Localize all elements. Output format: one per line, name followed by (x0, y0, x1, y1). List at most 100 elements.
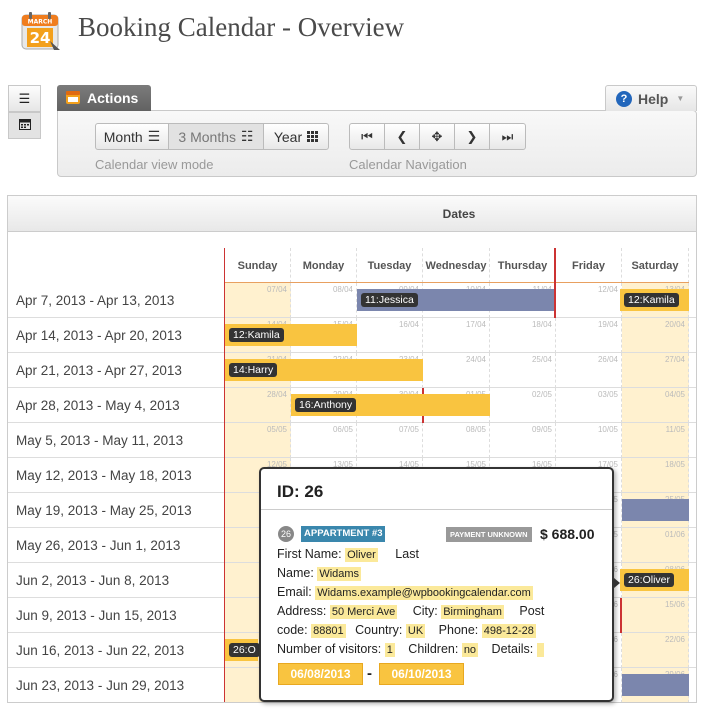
booking-label: 12:Kamila (229, 328, 284, 342)
booking-bar[interactable]: 26:O (225, 639, 260, 661)
day-cell[interactable]: 08/04 (291, 283, 357, 318)
help-tab[interactable]: ? Help ▼ (605, 85, 697, 111)
booking-label: 16:Anthony (295, 398, 357, 412)
day-cell[interactable]: 20/04 (622, 318, 689, 353)
day-cell[interactable]: 12/04 (556, 283, 622, 318)
popover-divider (261, 509, 612, 510)
week-label: May 12, 2013 - May 18, 2013 (16, 468, 192, 483)
nav-today-button[interactable]: ✥ (420, 124, 455, 149)
email-value: Widams.example@wpbookingcalendar.com (315, 586, 533, 600)
booking-cost: $ 688.00 (540, 526, 595, 542)
first-name-value: Oliver (345, 548, 378, 562)
week-label: May 26, 2013 - Jun 1, 2013 (16, 538, 181, 553)
week-label: May 19, 2013 - May 25, 2013 (16, 503, 192, 518)
day-cell[interactable]: 09/05 (490, 423, 556, 458)
day-cell[interactable]: 26/04 (556, 353, 622, 388)
booking-popover: ID: 26 26 APPARTMENT #3 PAYMENT UNKNOWN … (259, 467, 614, 702)
phone-value: 498-12-28 (481, 624, 536, 638)
dates-header: Dates (8, 196, 696, 232)
booking-label: 11:Jessica (361, 293, 418, 307)
nav-first-button[interactable]: ⏮ (350, 124, 385, 149)
week-label: May 5, 2013 - May 11, 2013 (16, 433, 184, 448)
grid-icon (307, 129, 319, 145)
country-value: UK (405, 624, 426, 638)
week-label: Apr 21, 2013 - Apr 27, 2013 (16, 363, 182, 378)
booking-bar[interactable]: 14:Harry (225, 359, 423, 381)
help-icon: ? (616, 90, 632, 107)
range-marker-line (554, 248, 556, 318)
list-detail-icon: ☷ (241, 128, 254, 144)
popover-line-address: Address: 50 Merci Ave City: Birmingham P… (277, 604, 545, 619)
popover-line-first-name: First Name: Oliver Last (277, 547, 419, 562)
day-cell[interactable]: 15/06 (622, 598, 689, 633)
month-view-button[interactable]: Month ☰ (96, 124, 169, 149)
day-cell[interactable]: 04/05 (622, 388, 689, 423)
day-cell[interactable]: 16/04 (357, 318, 423, 353)
day-cell[interactable]: 22/06 (622, 633, 689, 668)
day-cell[interactable]: 25/04 (490, 353, 556, 388)
day-cell[interactable]: 18/05 (622, 458, 689, 493)
prev-icon: ❮ (396, 128, 408, 144)
booking-bar[interactable]: 12:Kamila (620, 289, 689, 311)
year-view-label: Year (273, 128, 303, 145)
day-cell[interactable]: 10/05 (556, 423, 622, 458)
details-value (536, 643, 544, 657)
calendar-view-button[interactable] (8, 112, 41, 139)
date-from-chip: 06/08/2013 (278, 663, 363, 685)
day-cell[interactable]: 18/04 (490, 318, 556, 353)
icon-day-text: 24 (30, 29, 51, 47)
day-cell[interactable]: 05/05 (225, 423, 291, 458)
page-title: Booking Calendar - Overview (78, 12, 405, 42)
day-header: Monday (291, 248, 357, 283)
nav-last-button[interactable]: ⏭ (490, 124, 525, 149)
day-cell[interactable]: 11/05 (622, 423, 689, 458)
list-icon: ☰ (18, 90, 31, 106)
popover-line-postcode: code: 88801 Country: UK Phone: 498-12-28 (277, 623, 536, 638)
actions-tab[interactable]: Actions (57, 85, 151, 111)
year-view-button[interactable]: Year (264, 124, 328, 149)
day-cell[interactable]: 02/05 (490, 388, 556, 423)
day-cell[interactable]: 07/04 (225, 283, 291, 318)
day-cell[interactable]: 03/05 (556, 388, 622, 423)
today-icon: ✥ (431, 128, 443, 144)
week-label: Apr 28, 2013 - May 4, 2013 (16, 398, 180, 413)
date-to-chip: 06/10/2013 (379, 663, 464, 685)
list-view-button[interactable]: ☰ (8, 85, 41, 112)
booking-label: 12:Kamila (624, 293, 679, 307)
view-mode-group: Month ☰ 3 Months ☷ Year (95, 123, 329, 150)
booking-bar[interactable]: 12:Kamila (225, 324, 357, 346)
day-cell[interactable]: 28/04 (225, 388, 291, 423)
day-cell[interactable]: 17/04 (423, 318, 490, 353)
day-cell[interactable]: 07/05 (357, 423, 423, 458)
booking-label: 14:Harry (229, 363, 278, 377)
day-cell[interactable]: 27/04 (622, 353, 689, 388)
booking-bar[interactable] (622, 674, 689, 696)
payment-status-badge: PAYMENT UNKNOWN (446, 527, 532, 542)
booking-bar[interactable]: 16:Anthony (291, 394, 490, 416)
actions-tab-label: Actions (87, 90, 139, 106)
three-months-view-label: 3 Months (178, 128, 237, 145)
week-label: Jun 2, 2013 - Jun 8, 2013 (16, 573, 170, 588)
chevron-down-icon: ▼ (676, 94, 685, 103)
popover-line-email: Email: Widams.example@wpbookingcalendar.… (277, 585, 533, 600)
children-value: no (461, 643, 479, 657)
day-cell[interactable]: 24/04 (423, 353, 490, 388)
booking-bar[interactable]: 11:Jessica (357, 289, 554, 311)
day-cell[interactable]: 06/05 (291, 423, 357, 458)
booking-bar[interactable]: 26:Oliver (620, 569, 689, 591)
calendar-app-icon: MARCH 24 (20, 10, 62, 52)
week-label: Jun 23, 2013 - Jun 29, 2013 (16, 678, 185, 693)
week-label: Jun 9, 2013 - Jun 15, 2013 (16, 608, 177, 623)
three-months-view-button[interactable]: 3 Months ☷ (169, 124, 264, 149)
today-marker-line (224, 248, 225, 702)
day-header: Friday (556, 248, 622, 283)
address-value: 50 Merci Ave (329, 605, 398, 619)
day-cell[interactable]: 01/06 (622, 528, 689, 563)
booking-bar[interactable] (622, 499, 689, 521)
icon-month-text: MARCH (28, 19, 53, 26)
nav-next-button[interactable]: ❯ (455, 124, 490, 149)
booking-label: 26:Oliver (624, 573, 675, 587)
day-cell[interactable]: 08/05 (423, 423, 490, 458)
nav-prev-button[interactable]: ❮ (385, 124, 420, 149)
day-cell[interactable]: 19/04 (556, 318, 622, 353)
